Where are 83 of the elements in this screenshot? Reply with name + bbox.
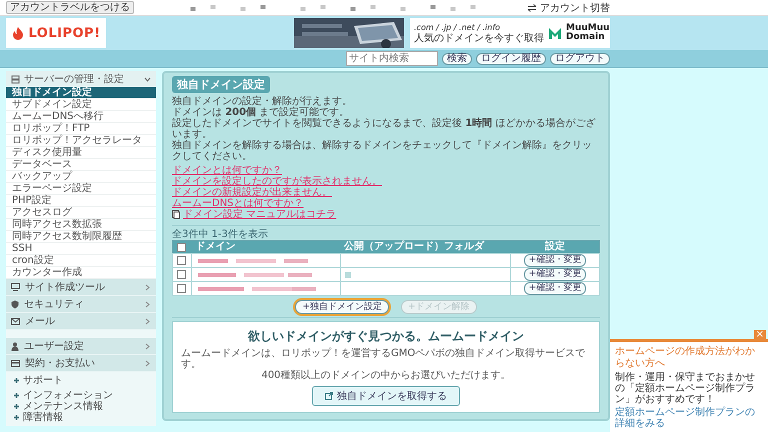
menu-item[interactable]: SSH	[6, 243, 156, 255]
result-count: 全3件中 1-3件を表示	[172, 229, 269, 240]
swap-icon	[527, 4, 537, 12]
account-switch-button[interactable]: アカウント切替	[527, 0, 610, 14]
chevron-icon	[144, 318, 151, 324]
menu-category[interactable]: セキュリティ	[6, 296, 156, 313]
menu-item[interactable]: cron設定	[6, 255, 156, 267]
card-icon	[11, 360, 20, 366]
menu-item[interactable]: 同時アクセス数拡張	[6, 219, 156, 231]
chevron-icon	[144, 300, 151, 308]
sidebar-link[interactable]: 障害情報	[14, 412, 63, 423]
edit-button[interactable]: +確認・変更	[524, 268, 586, 281]
logo[interactable]: LOLIPOP!	[6, 18, 106, 48]
menu-category[interactable]: 契約・お支払い	[6, 355, 156, 372]
menu-item[interactable]: データベース	[6, 159, 156, 171]
menu-item[interactable]: アクセスログ	[6, 207, 156, 219]
menu-item[interactable]: 独自ドメイン設定	[6, 87, 156, 99]
row-checkbox[interactable]	[177, 270, 186, 279]
ad-tlds: .com / .jp / .net / .info	[414, 22, 502, 33]
chevron-icon	[144, 284, 151, 290]
menu-item[interactable]: エラーページ設定	[6, 183, 156, 195]
promo-text: 400種類以上のドメインの中からお選びいただけます。	[261, 370, 511, 381]
menu-item[interactable]: ムームーDNSへ移行	[6, 111, 156, 123]
menu-item[interactable]: 同時アクセス数制限履歴	[6, 231, 156, 243]
get-domain-button[interactable]: 独自ドメインを取得する	[312, 386, 460, 406]
promo-title: 欲しいドメインがすぐ見つかる。ムームードメイン	[248, 328, 524, 345]
row-checkbox[interactable]	[177, 256, 186, 265]
menu-item[interactable]: ディスク使用量	[6, 147, 156, 159]
nav-button[interactable]: 検索	[442, 52, 472, 64]
menu-item[interactable]: ロリポップ！FTP	[6, 123, 156, 135]
m-logo-icon	[548, 26, 562, 40]
mail-icon	[11, 318, 20, 324]
menu-item[interactable]: バックアップ	[6, 171, 156, 183]
menu-section-header[interactable]: サーバーの管理・設定	[6, 71, 156, 87]
flame-icon	[11, 26, 26, 40]
select-all-checkbox[interactable]	[177, 242, 186, 252]
nav-button[interactable]: ログアウト	[550, 52, 610, 64]
document-icon	[172, 210, 180, 219]
column-header: ドメイン	[192, 240, 340, 254]
page-title: 独自ドメイン設定	[172, 76, 270, 93]
popup-title: ホームページの作成方法がわからない方へ	[615, 346, 756, 370]
plus-icon	[14, 393, 19, 398]
sidebar-link[interactable]: メンテナンス情報	[14, 401, 103, 412]
chevron-icon	[144, 76, 151, 82]
menu-item[interactable]: PHP設定	[6, 195, 156, 207]
action-button[interactable]: +独自ドメイン設定	[295, 300, 389, 314]
account-label-button[interactable]: アカウントラベルをつける	[6, 1, 134, 14]
shield-icon	[11, 300, 19, 308]
menu-category[interactable]: サイト作成ツール	[6, 279, 156, 296]
intro-text: ドメインは 200個 まで設定可能です。	[172, 107, 350, 118]
external-link-icon	[325, 392, 333, 400]
column-header: 公開（アップロード）フォルダ	[340, 240, 510, 254]
popup-text: 制作・運用・保守までおまかせの「定額ホームページ制作プラン」がおすすめです！	[615, 372, 756, 405]
menu-item[interactable]: カウンター作成	[6, 267, 156, 279]
menu-category[interactable]: ユーザー設定	[6, 338, 156, 355]
row-checkbox[interactable]	[177, 284, 186, 293]
nav-button[interactable]: ログイン履歴	[476, 52, 546, 64]
intro-text: 独自ドメインの設定・解除が行えます。	[172, 96, 353, 107]
popup-link[interactable]: 定額ホームページ制作プランの詳細をみる	[615, 407, 763, 429]
user-icon	[11, 342, 19, 350]
edit-button[interactable]: +確認・変更	[524, 282, 586, 295]
plus-icon	[14, 415, 19, 420]
search-field[interactable]: サイト内検索	[346, 51, 438, 66]
monitor-icon	[11, 283, 20, 291]
redacted-folder	[344, 272, 351, 278]
logo-text: LOLIPOP!	[28, 26, 101, 40]
edit-button[interactable]: +確認・変更	[524, 254, 586, 267]
sidebar-link[interactable]: サポート	[14, 375, 63, 386]
chevron-icon	[144, 360, 151, 366]
column-header: 設定	[510, 240, 600, 254]
plus-icon	[14, 378, 19, 383]
domain-ad[interactable]: .com / .jp / .net / .info 人気のドメインを今すぐ取得 MuuMuu Domain	[410, 18, 610, 48]
menu-item[interactable]: ロリポップ！アクセラレータ	[6, 135, 156, 147]
promo-text: ムームードメインは、ロリポップ！を運営するGMOペパボの独自ドメイン取得サービスです。	[181, 348, 586, 370]
plus-icon	[14, 404, 19, 409]
intro-text: 独自ドメインを解除する場合は、解除するドメインをチェックして『ドメイン解除』をクリックしてください。	[172, 140, 593, 162]
ad-tagline: 人気のドメインを今すぐ取得	[414, 33, 544, 44]
chevron-icon	[144, 342, 151, 350]
sidebar-link[interactable]: インフォメーション	[14, 390, 113, 401]
intro-text: 設定したドメインでサイトを閲覧できるようになるまで、設定後 1時間 ほどかかる場合がございます。	[172, 118, 596, 140]
menu-category[interactable]: メール	[6, 313, 156, 330]
menu-item[interactable]: サブドメイン設定	[6, 99, 156, 111]
server-icon	[11, 74, 20, 84]
